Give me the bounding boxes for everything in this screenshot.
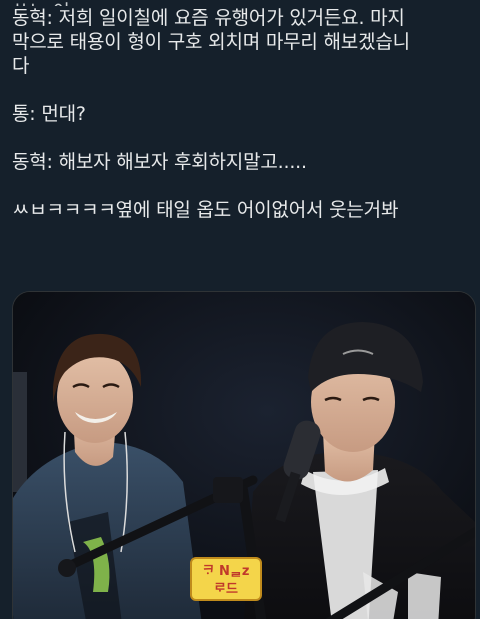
tweet-text: ᄊᄂᆞ 이.. 동혁: 저희 일이칠에 요즘 유행어가 있거든요. 마지 막으로…: [12, 0, 472, 222]
tweet-line: ㅆㅂㅋㅋㅋㅋ옆에 태일 옵도 어이없어서 웃는거봐: [12, 199, 399, 221]
tweet-line: 막으로 태용이 형이 구호 외치며 마무리 해보겠습니: [12, 31, 410, 53]
radio-sign-text-top: ᄏᆞ Nᆯz: [203, 564, 250, 579]
tweet-line-gap: [12, 174, 472, 198]
tweet-line: 통: 먼대?: [12, 103, 86, 125]
tweet-line: 다: [12, 55, 30, 77]
tweet-photo[interactable]: ᄏᆞ Nᆯz ᄅᆞ드: [12, 291, 476, 619]
tweet: ᄊᄂᆞ 이.. 동혁: 저희 일이칠에 요즘 유행어가 있거든요. 마지 막으로…: [0, 0, 480, 619]
radio-sign: ᄏᆞ Nᆯz ᄅᆞ드: [190, 557, 262, 601]
tweet-line-cut: ᄊᄂᆞ 이..: [12, 0, 472, 6]
photo-illustration: ᄏᆞ Nᆯz ᄅᆞ드: [13, 292, 475, 619]
tweet-line: 동혁: 해보자 해보자 후회하지말고.....: [12, 151, 307, 173]
tweet-line-gap: [12, 78, 472, 102]
tweet-line: 동혁: 저희 일이칠에 요즘 유행어가 있거든요. 마지: [12, 7, 405, 29]
tweet-line-gap: [12, 126, 472, 150]
radio-sign-text-bottom: ᄅᆞ드: [214, 582, 238, 597]
background-panel: [13, 372, 27, 492]
